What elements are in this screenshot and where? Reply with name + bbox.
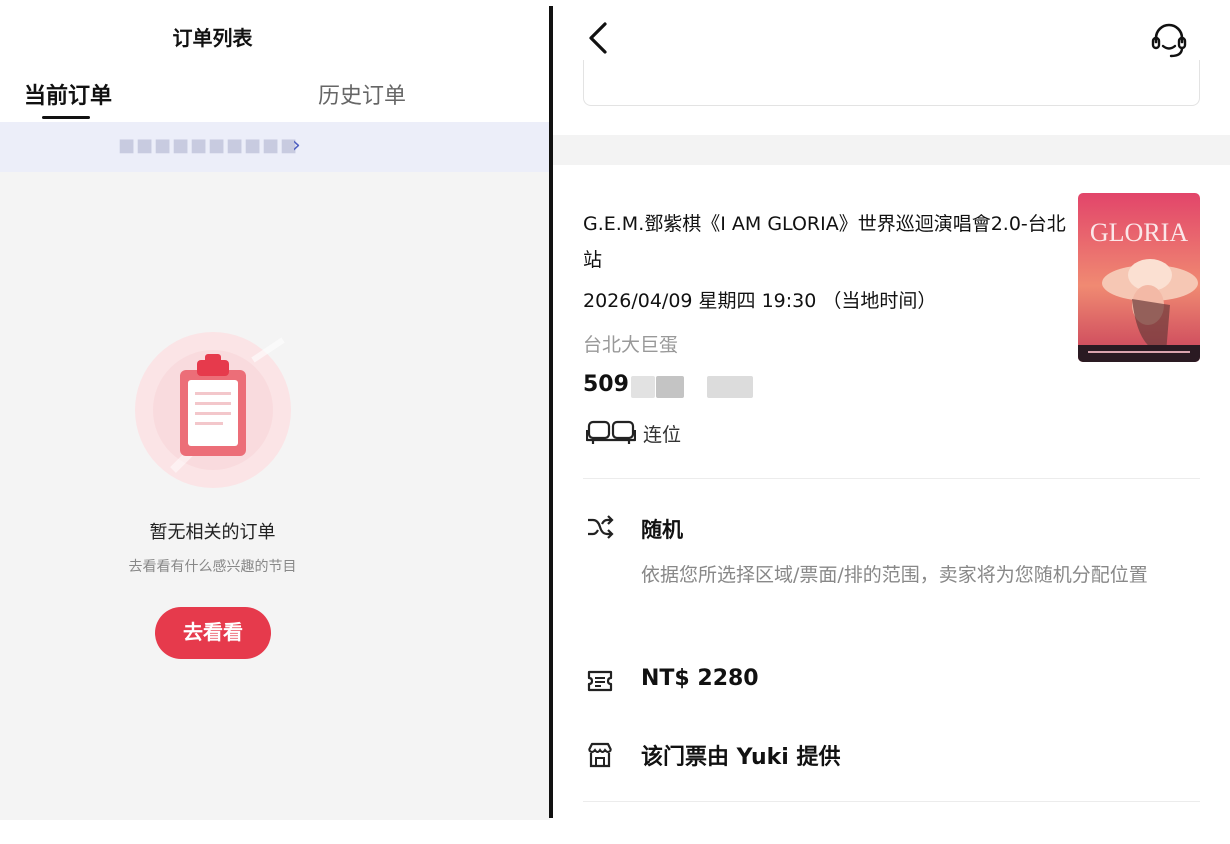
random-seat-label: 随机 — [641, 518, 683, 542]
order-list-pane: 订单列表 当前订单 历史订单 ■■■■■■■■■■ › 暂无相关的订单 去看看有… — [0, 0, 550, 820]
ticket-price: NT$ 2280 — [641, 666, 759, 691]
browse-button[interactable]: 去看看 — [155, 607, 271, 659]
chevron-right-icon: › — [292, 133, 301, 158]
order-detail-pane: G.E.M.鄧紫棋《I AM GLORIA》世界巡迴演唱會2.0-台北站 202… — [553, 0, 1230, 820]
customer-service-icon[interactable] — [1149, 20, 1189, 60]
adjacent-seats-label: 连位 — [643, 424, 682, 446]
empty-state-subtitle: 去看看有什么感兴趣的节目 — [128, 559, 297, 575]
section-gap — [553, 135, 1230, 165]
clipboard-icon — [135, 332, 291, 488]
redacted-seat-3 — [707, 376, 753, 398]
random-seat-description: 依据您所选择区域/票面/排的范围，卖家将为您随机分配位置 — [641, 564, 1148, 586]
event-datetime: 2026/04/09 星期四 19:30 （当地时间） — [583, 290, 937, 312]
active-tab-indicator — [42, 116, 90, 119]
tab-history-orders[interactable]: 历史订单 — [318, 78, 406, 110]
collapsed-info-card — [583, 60, 1200, 106]
store-icon — [588, 742, 612, 768]
notice-bar[interactable]: ■■■■■■■■■■ › — [0, 122, 550, 172]
back-arrow-icon[interactable] — [581, 18, 621, 58]
tab-current-orders[interactable]: 当前订单 — [24, 78, 112, 110]
event-poster[interactable]: GLORIA — [1078, 193, 1200, 362]
event-title: G.E.M.鄧紫棋《I AM GLORIA》世界巡迴演唱會2.0-台北站 — [583, 213, 1066, 271]
shuffle-icon — [588, 515, 614, 539]
event-venue: 台北大巨蛋 — [583, 334, 679, 356]
app-frame: 订单列表 当前订单 历史订单 ■■■■■■■■■■ › 暂无相关的订单 去看看有… — [0, 0, 1230, 844]
seat-info: 509 — [583, 372, 629, 397]
page-title: 订单列表 — [172, 26, 253, 50]
divider-line — [583, 801, 1200, 802]
order-list-header: 订单列表 当前订单 历史订单 — [0, 0, 550, 122]
ticket-provider: 该门票由 Yuki 提供 — [641, 745, 841, 770]
redacted-seat-1 — [631, 376, 655, 398]
ticket-icon — [587, 670, 613, 692]
divider-line — [583, 478, 1200, 479]
poster-title-text: GLORIA — [1090, 218, 1188, 247]
empty-state-title: 暂无相关的订单 — [149, 522, 276, 543]
notice-text: ■■■■■■■■■■ — [118, 135, 299, 156]
redacted-seat-2 — [656, 376, 684, 398]
seats-icon — [586, 420, 636, 444]
